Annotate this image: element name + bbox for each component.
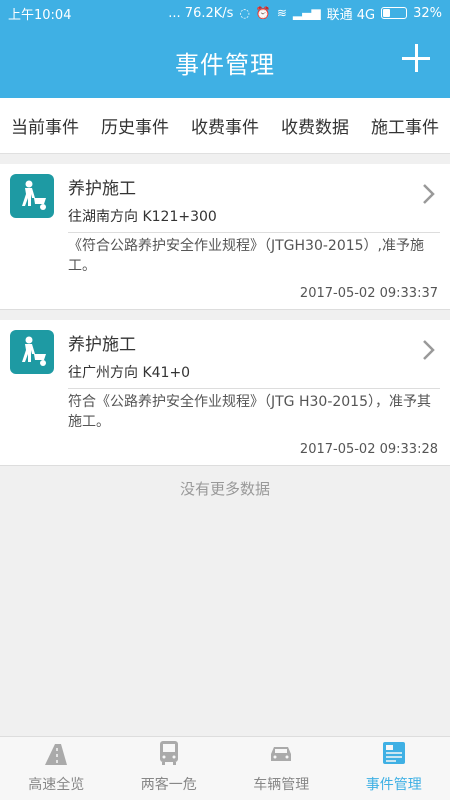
nav-passenger-hazmat[interactable]: 两客一危 [113,737,226,800]
status-time: 上午10:04 [8,7,72,23]
carrier-label: 联通 4G [326,7,376,23]
chevron-right-icon [423,340,435,360]
sync-icon: ◌ [239,6,250,20]
highway-icon [45,744,68,765]
event-type: 养护施工 [68,179,136,199]
tab-toll-events[interactable]: 收费事件 [180,98,270,153]
event-time: 2017-05-02 09:33:28 [299,442,438,457]
event-list: 养护施工 往湖南方向 K121+300 《符合公路养护安全作业规程》（JTGH3… [0,164,450,476]
event-type: 养护施工 [68,335,136,355]
divider [68,388,440,389]
nav-event-management[interactable]: 事件管理 [338,737,450,800]
bus-icon [159,741,178,765]
status-bar: 上午10:04 ... 76.2K/s ◌ ⏰ ≋ ▂▄▆ 联通 4G 32% [0,0,450,26]
maintenance-worker-icon [10,174,54,218]
nav-vehicle-management[interactable]: 车辆管理 [225,737,338,800]
tab-history-events[interactable]: 历史事件 [90,98,180,153]
nav-label: 事件管理 [365,777,422,793]
event-tabs: 当前事件 历史事件 收费事件 收费数据 施工事件 [0,98,450,154]
status-right: ... 76.2K/s ◌ ⏰ ≋ ▂▄▆ 联通 4G 32% [168,4,442,23]
event-description: 符合《公路养护安全作业规程》（JTG H30-2015），准予其施工。 [68,394,432,430]
wifi-icon: ≋ [276,6,287,20]
event-direction: 往湖南方向 K121+300 [68,209,217,225]
tab-construction-events[interactable]: 施工事件 [360,98,450,153]
page-title: 事件管理 [175,50,275,79]
event-description: 《符合公路养护安全作业规程》（JTGH30-2015）,准予施工。 [68,238,425,274]
no-more-data-label: 没有更多数据 [179,480,270,498]
bottom-nav: 高速全览 两客一危 车辆管理 事件管理 [0,736,450,800]
alarm-icon: ⏰ [255,6,271,20]
nav-label: 两客一危 [140,777,197,793]
nav-label: 高速全览 [28,777,85,793]
event-time: 2017-05-02 09:33:37 [299,286,438,301]
divider [68,232,440,233]
nav-highway-overview[interactable]: 高速全览 [0,737,113,800]
event-card[interactable]: 养护施工 往湖南方向 K121+300 《符合公路养护安全作业规程》（JTGH3… [0,164,450,310]
add-event-button[interactable] [400,42,432,74]
battery-percent: 32% [413,5,442,21]
app-header: 事件管理 [0,26,450,98]
network-speed: ... 76.2K/s [168,5,234,21]
car-icon [271,747,292,761]
signal-icon: ▂▄▆ [292,6,321,20]
event-direction: 往广州方向 K41+0 [68,365,191,381]
chevron-right-icon [423,184,435,204]
event-icon [382,742,405,764]
nav-label: 车辆管理 [253,777,310,793]
tab-toll-data[interactable]: 收费数据 [270,98,360,153]
event-card[interactable]: 养护施工 往广州方向 K41+0 符合《公路养护安全作业规程》（JTG H30-… [0,320,450,466]
battery-icon [381,7,408,19]
tab-current-events[interactable]: 当前事件 [0,98,90,153]
maintenance-worker-icon [10,330,54,374]
